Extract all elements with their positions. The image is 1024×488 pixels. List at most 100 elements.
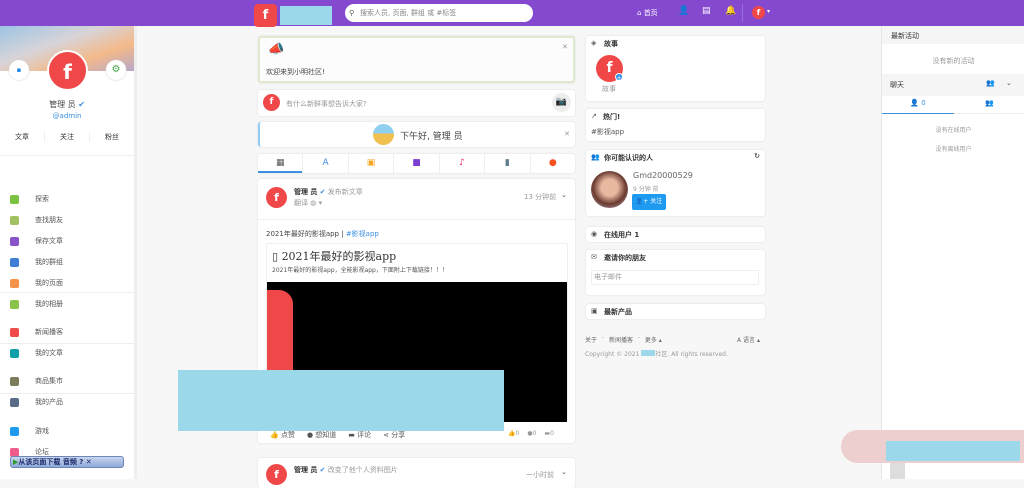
add-group-icon[interactable]: 👥 <box>986 79 995 87</box>
online-users-widget[interactable]: ◉ 在线用户 1 <box>586 227 765 242</box>
person-time: 9 分钟 前 <box>633 186 659 193</box>
follow-button[interactable]: 👤+ 关注 <box>632 194 666 210</box>
sidebar-item[interactable]: 保存文章 <box>10 234 63 248</box>
filter-tab-grid-icon[interactable]: ▦ <box>258 154 303 173</box>
settings-gear-icon[interactable]: ⚙ <box>106 60 126 80</box>
trending-icon: ↗ <box>591 112 597 120</box>
person-avatar[interactable] <box>591 171 628 208</box>
profile-avatar[interactable]: f <box>47 50 88 91</box>
chevron-down-icon[interactable]: ▾ <box>767 8 770 15</box>
sidebar-item[interactable]: 我的群组 <box>10 255 63 269</box>
follow-label: 关注 <box>650 198 663 205</box>
chat-title: 聊天 <box>890 81 904 89</box>
sidebar-item-label: 查找朋友 <box>35 216 63 224</box>
stat-followers[interactable]: 粉丝 <box>90 132 134 142</box>
close-icon[interactable]: ✕ <box>562 43 568 51</box>
refresh-icon[interactable]: ↻ <box>754 152 760 160</box>
post-action: 改变了他个人资料图片 <box>327 466 398 474</box>
filter-tab-text-icon[interactable]: A <box>302 154 347 173</box>
wonder-count[interactable]: ●0 <box>527 430 536 437</box>
profile-name[interactable]: 管理 员 ✔ <box>0 99 134 110</box>
home-link[interactable]: ⌂ 首页 <box>637 8 658 18</box>
post-time[interactable]: 13 分钟前 <box>524 192 556 202</box>
trending-title: 热门! <box>603 113 621 121</box>
add-icon[interactable]: + <box>615 73 623 82</box>
language-selector[interactable]: A 语言 ▴ <box>737 335 760 344</box>
comment-button[interactable]: ▬ 评论 <box>348 430 371 440</box>
sidebar-item[interactable]: 我的页面 <box>10 276 63 290</box>
sidebar-item[interactable]: 游戏 <box>10 424 49 438</box>
close-icon[interactable]: ✕ <box>564 130 570 138</box>
author-name[interactable]: 管理 员 <box>294 188 317 196</box>
copyright-tail: 社区. All rights reserved. <box>655 351 728 358</box>
sidebar-item-label: 新闻播客 <box>35 328 63 336</box>
tab-offline-users[interactable]: 👥 <box>954 99 1024 114</box>
announcement-text: 欢迎来到小明社区! <box>266 68 325 76</box>
email-input[interactable]: 电子邮件 <box>591 270 759 285</box>
globe-icon[interactable]: ◍ ▾ <box>310 199 322 207</box>
latest-products-widget[interactable]: ▣ 最新产品 <box>586 304 765 319</box>
stat-following[interactable]: 关注 <box>44 132 90 142</box>
sidebar-item[interactable]: 查找朋友 <box>10 213 63 227</box>
like-count[interactable]: 👍0 <box>508 430 519 437</box>
help-icon[interactable]: ? ✕ <box>79 458 91 466</box>
products-title: 最新产品 <box>604 308 632 316</box>
like-button[interactable]: 👍 点赞 <box>270 430 295 440</box>
notifications-icon[interactable]: 🔔 <box>725 6 736 16</box>
sidebar-item-label: 我的相册 <box>35 300 63 308</box>
sidebar-item[interactable]: 探索 <box>10 192 49 206</box>
filter-tab-image-icon[interactable]: ▣ <box>347 154 393 173</box>
trending-tag-link[interactable]: #影视app <box>591 127 624 137</box>
footer-about-link[interactable]: 关于 <box>585 335 597 344</box>
user-menu-avatar[interactable]: f <box>752 6 765 19</box>
stat-articles[interactable]: 文章 <box>0 132 44 142</box>
footer-podcast-link[interactable]: 新闻播客 <box>609 335 633 344</box>
tab-online-users[interactable]: 👤 0 <box>882 99 954 114</box>
no-online-users: 没有在线用户 <box>935 127 972 134</box>
author-avatar[interactable]: f <box>266 187 287 208</box>
person-name[interactable]: Gmd20000529 <box>633 171 693 180</box>
filter-tab-file-icon[interactable]: ▮ <box>484 154 529 173</box>
sidebar-item[interactable]: 我的产品 <box>10 395 63 409</box>
share-button[interactable]: ⋖ 分享 <box>383 430 405 440</box>
megaphone-icon: 📣 <box>268 42 285 57</box>
comment-count[interactable]: ▬0 <box>544 430 554 437</box>
translate-link[interactable]: 翻译 <box>294 199 308 207</box>
sidebar-item[interactable]: 我的相册 <box>10 297 63 311</box>
filter-tab-location-icon[interactable]: ● <box>529 154 575 173</box>
sidebar-item[interactable]: 新闻播客 <box>10 325 63 339</box>
people-you-may-know-widget: 👥 你可能认识的人 ↻ Gmd20000529 9 分钟 前 👤+ 关注 <box>586 150 765 216</box>
filter-tab-video-icon[interactable]: ■ <box>393 154 438 173</box>
chevron-down-icon[interactable]: ⌄ <box>561 191 567 199</box>
chevron-down-icon[interactable]: ⌄ <box>1006 79 1012 87</box>
online-users-title: 在线用户 1 <box>604 231 640 239</box>
author-avatar[interactable]: f <box>266 464 287 485</box>
site-logo[interactable]: f <box>254 4 277 27</box>
article-title[interactable]: 2021年最好的影视app <box>282 250 397 263</box>
filter-tab-music-icon[interactable]: ♪ <box>438 154 484 173</box>
sidebar-item[interactable]: 商品集市 <box>10 374 63 388</box>
online-count: 0 <box>921 99 926 107</box>
sidebar-item-icon <box>10 397 19 407</box>
author-name[interactable]: 管理 员 <box>294 466 317 474</box>
download-audio-label: 从该页面下载 音频 <box>18 458 77 466</box>
sidebar-item-label: 我的页面 <box>35 279 63 287</box>
sidebar-item[interactable]: 我的文章 <box>10 346 63 360</box>
sidebar-item-label: 游戏 <box>35 427 49 435</box>
chevron-down-icon[interactable]: ⌄ <box>561 468 567 476</box>
no-offline-users: 没有离线用户 <box>935 146 972 153</box>
profile-handle[interactable]: @admin <box>0 112 134 120</box>
post-composer[interactable]: f 有什么新鲜事想告诉大家? 📷 <box>258 90 575 116</box>
sidebar-item-label: 我的产品 <box>35 398 63 406</box>
download-audio-bar[interactable]: ▶从该页面下载 音频 ? ✕ <box>10 456 124 468</box>
message-icon[interactable]: ▪ <box>9 60 29 80</box>
friend-requests-icon[interactable]: 👤 <box>678 6 689 16</box>
wonder-button[interactable]: ● 想知道 <box>307 430 336 440</box>
search-input[interactable]: ⚲ 搜索人员, 页面, 群组 或 #标签 <box>345 4 533 22</box>
camera-icon[interactable]: 📷 <box>552 93 571 112</box>
composer-avatar: f <box>263 94 280 111</box>
chat-header[interactable]: 聊天 👥 ⌄ <box>882 74 1024 96</box>
hashtag-link[interactable]: #影视app <box>346 230 379 238</box>
messages-icon[interactable]: ▤ <box>702 6 711 16</box>
footer-more-link[interactable]: 更多 ▴ <box>645 335 662 344</box>
